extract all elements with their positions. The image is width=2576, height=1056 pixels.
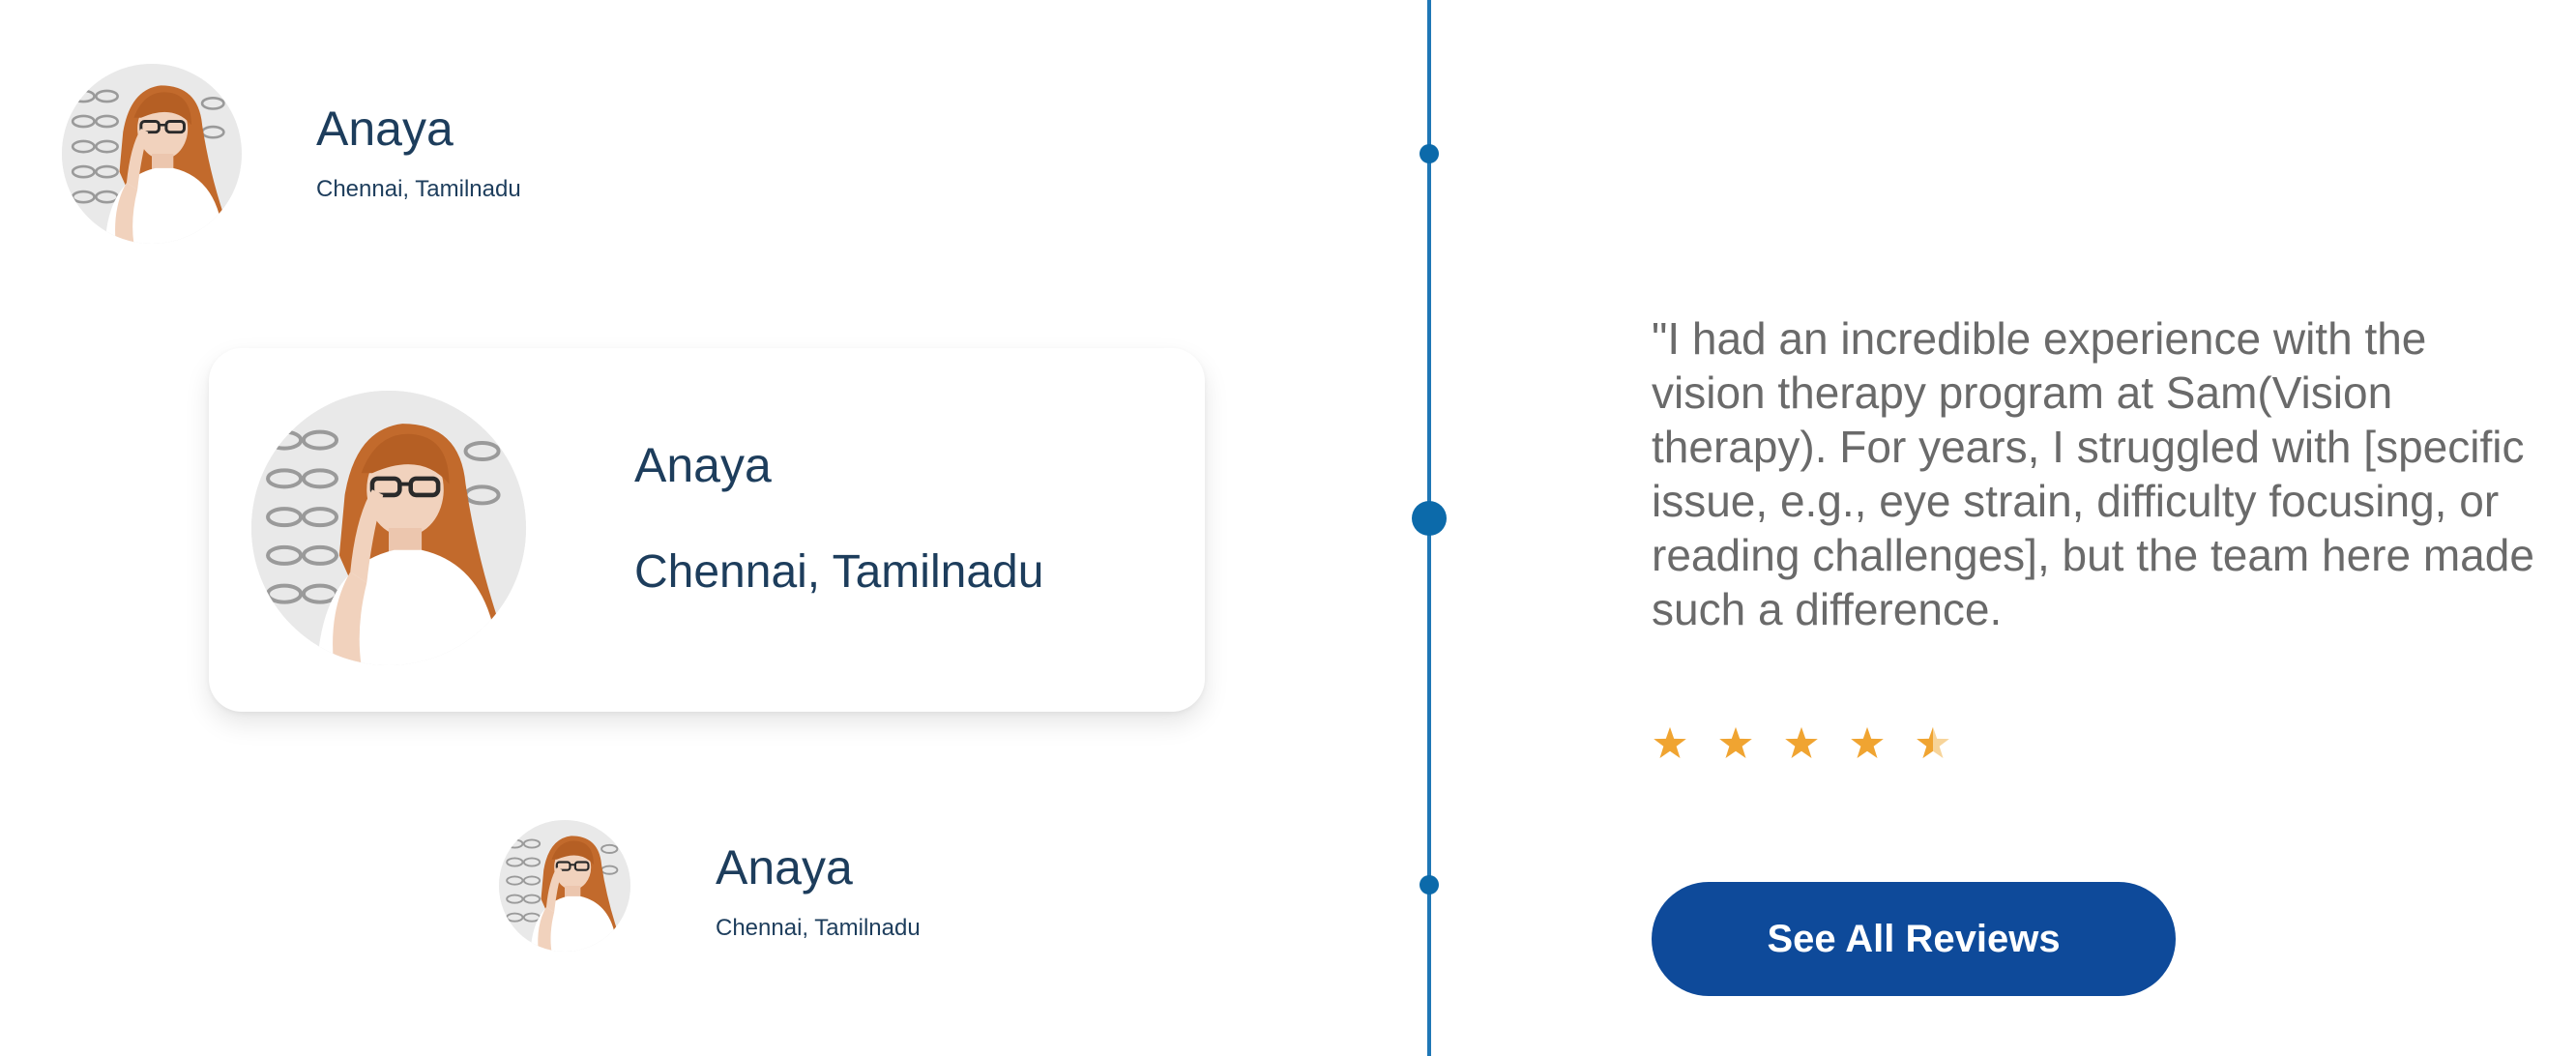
reviewer-location: Chennai, Tamilnadu	[316, 176, 521, 202]
star-icon	[1650, 723, 1690, 764]
reviewer-name: Anaya	[316, 102, 454, 156]
timeline-dot[interactable]	[1420, 875, 1439, 895]
reviewer-location: Chennai, Tamilnadu	[634, 546, 1044, 598]
star-icon	[1781, 723, 1822, 764]
review-quote: "I had an incredible experience with the…	[1652, 313, 2534, 634]
star-icon	[1847, 723, 1888, 764]
reviewer-location: Chennai, Tamilnadu	[716, 915, 921, 941]
reviewer-name: Anaya	[716, 840, 853, 895]
timeline-dot-active[interactable]	[1412, 501, 1447, 536]
star-icon	[1715, 723, 1756, 764]
avatar	[499, 820, 630, 952]
star-half-icon	[1917, 726, 1949, 759]
timeline-dot[interactable]	[1420, 144, 1439, 163]
rating-stars	[1650, 723, 1953, 764]
see-all-reviews-button[interactable]: See All Reviews	[1652, 882, 2176, 996]
avatar	[251, 391, 526, 665]
reviewer-name: Anaya	[634, 438, 772, 492]
avatar	[62, 64, 242, 244]
